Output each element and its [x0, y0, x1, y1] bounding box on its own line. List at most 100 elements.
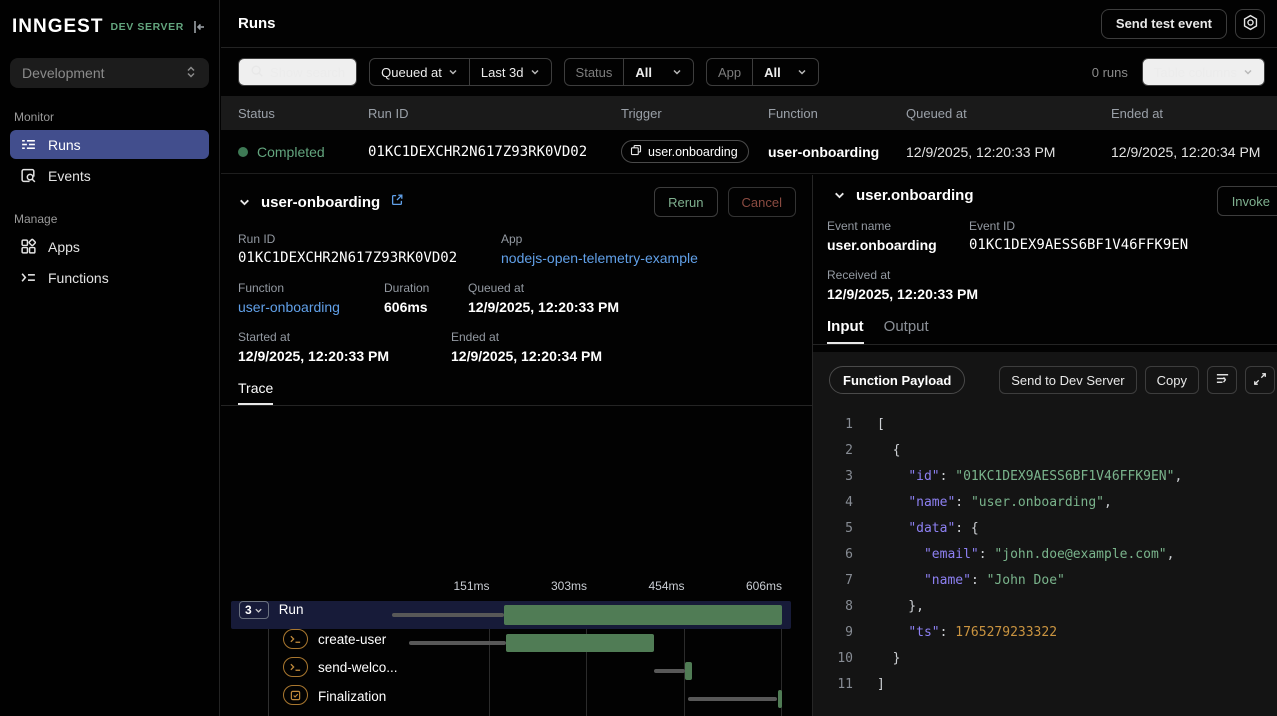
app-link[interactable]: nodejs-open-telemetry-example [501, 250, 698, 266]
line-number: 8 [813, 594, 853, 620]
function-payload-button[interactable]: Function Payload [829, 366, 965, 394]
chevron-down-icon [1243, 67, 1253, 77]
column-header-queued-at: Queued at [906, 106, 1111, 121]
tab-trace[interactable]: Trace [238, 380, 273, 405]
details-area: user-onboarding Rerun Cancel Run ID 01KC… [221, 175, 1277, 716]
environment-select[interactable]: Development [10, 58, 209, 88]
collapse-event-chevron-icon[interactable] [833, 189, 846, 202]
terminal-step-icon [283, 629, 308, 649]
collapse-sidebar-icon[interactable] [191, 19, 207, 35]
trigger-name: user.onboarding [648, 145, 738, 159]
runs-count: 0 runs [1092, 65, 1128, 80]
rerun-button[interactable]: Rerun [654, 187, 717, 217]
collapse-run-chevron-icon[interactable] [238, 196, 251, 209]
event-id-label: Event ID [969, 219, 1188, 233]
timeline-tick-label: 606ms [746, 579, 782, 593]
time-range-label: Last 3d [481, 65, 524, 80]
cancel-button[interactable]: Cancel [728, 187, 796, 217]
function-link[interactable]: user-onboarding [238, 299, 384, 315]
expand-button[interactable] [1245, 366, 1275, 394]
sidebar-item-apps[interactable]: Apps [10, 232, 209, 261]
page-title: Runs [238, 15, 276, 32]
table-columns-dropdown[interactable]: Table columns [1142, 58, 1265, 86]
time-range-dropdown[interactable]: Last 3d [469, 59, 551, 85]
expander-badge[interactable]: 3 [239, 601, 269, 619]
run-title: user-onboarding [261, 194, 380, 211]
sidebar: INNGEST DEV SERVER Development MonitorRu… [0, 0, 220, 716]
sidebar-item-functions[interactable]: Functions [10, 263, 209, 292]
received-at-value: 12/9/2025, 12:20:33 PM [827, 286, 978, 302]
ended-at-label: Ended at [451, 330, 602, 344]
line-number: 4 [813, 490, 853, 516]
events-icon [20, 167, 37, 184]
event-name-label: Event name [827, 219, 969, 233]
copy-button[interactable]: Copy [1145, 366, 1199, 394]
trace-row-label: Run [279, 602, 304, 617]
trace-tabbar: Trace [221, 380, 812, 406]
send-to-dev-server-button[interactable]: Send to Dev Server [999, 366, 1136, 394]
queued-at-label: Queued at [468, 281, 619, 295]
trace-row-send-welco-[interactable]: send-welco... [221, 657, 812, 685]
app-filter-dropdown[interactable]: All [752, 59, 818, 85]
queued-at-label: Queued at [381, 65, 442, 80]
chevron-down-icon [448, 67, 458, 77]
payload-code-editor[interactable]: 1[2 {3 "id": "01KC1DEX9AESS6BF1V46FFK9EN… [813, 404, 1277, 698]
queued-at-cell: 12/9/2025, 12:20:33 PM [906, 144, 1111, 160]
queued-at-dropdown[interactable]: Queued at [370, 59, 469, 85]
queued-at-value: 12/9/2025, 12:20:33 PM [468, 299, 619, 315]
code-line: 10 } [813, 646, 1277, 672]
trigger-badge[interactable]: user.onboarding [621, 140, 749, 163]
run-id-label: Run ID [238, 232, 501, 246]
invoke-button[interactable]: Invoke [1217, 186, 1277, 216]
event-id-value: 01KC1DEX9AESS6BF1V46FFK9EN [969, 237, 1188, 253]
nav-section-manage: Manage [14, 212, 219, 226]
expander-count: 3 [245, 603, 252, 617]
sidebar-item-runs[interactable]: Runs [10, 130, 209, 159]
code-line: 7 "name": "John Doe" [813, 568, 1277, 594]
tab-output[interactable]: Output [884, 318, 929, 344]
status-dot-completed [238, 147, 248, 157]
column-header-run-id: Run ID [368, 106, 621, 121]
table-row[interactable]: Completed 01KC1DEXCHR2N617Z93RK0VD02 use… [221, 130, 1277, 174]
code-line: 1[ [813, 412, 1277, 438]
function-label: Function [238, 281, 384, 295]
chevron-down-icon [530, 67, 540, 77]
run-status: Completed [257, 144, 325, 160]
ended-at-value: 12/9/2025, 12:20:34 PM [451, 348, 602, 364]
external-link-icon[interactable] [390, 193, 404, 212]
queue-duration-line [409, 641, 506, 645]
event-details-pane: user.onboarding Invoke Event name user.o… [813, 175, 1277, 716]
status-filter-dropdown[interactable]: All [623, 59, 693, 85]
line-number: 3 [813, 464, 853, 490]
trace-ruler: 151ms303ms454ms606ms [392, 579, 782, 597]
trace-row-run[interactable]: 3 Run [221, 601, 812, 629]
execution-bar [506, 634, 654, 652]
app-label: App [501, 232, 698, 246]
tab-input[interactable]: Input [827, 318, 864, 344]
code-line: 4 "name": "user.onboarding", [813, 490, 1277, 516]
trace-row-create-user[interactable]: create-user [221, 629, 812, 657]
queue-duration-line [392, 613, 504, 617]
column-header-status: Status [238, 106, 368, 121]
sidebar-item-events[interactable]: Events [10, 161, 209, 190]
timeline-tick-label: 303ms [551, 579, 587, 593]
ended-at-cell: 12/9/2025, 12:20:34 PM [1111, 144, 1277, 160]
word-wrap-button[interactable] [1207, 366, 1237, 394]
run-id-cell: 01KC1DEXCHR2N617Z93RK0VD02 [368, 144, 621, 160]
show-search-button[interactable]: Show search [238, 58, 357, 86]
line-number: 9 [813, 620, 853, 646]
status-filter-value: All [635, 65, 652, 80]
started-at-label: Started at [238, 330, 451, 344]
settings-button[interactable] [1235, 9, 1265, 39]
search-icon [250, 64, 264, 81]
expand-icon [1253, 372, 1267, 389]
line-number: 7 [813, 568, 853, 594]
send-test-event-button[interactable]: Send test event [1101, 9, 1227, 39]
line-number: 6 [813, 542, 853, 568]
trace-row-finalization[interactable]: Finalization [221, 685, 812, 713]
filter-bar: Show search Queued at Last 3d Status All [221, 48, 1277, 96]
finalization-icon [283, 685, 308, 705]
time-filter-group: Queued at Last 3d [369, 58, 551, 86]
timeline-tick-label: 151ms [453, 579, 489, 593]
gear-icon [1242, 14, 1259, 34]
